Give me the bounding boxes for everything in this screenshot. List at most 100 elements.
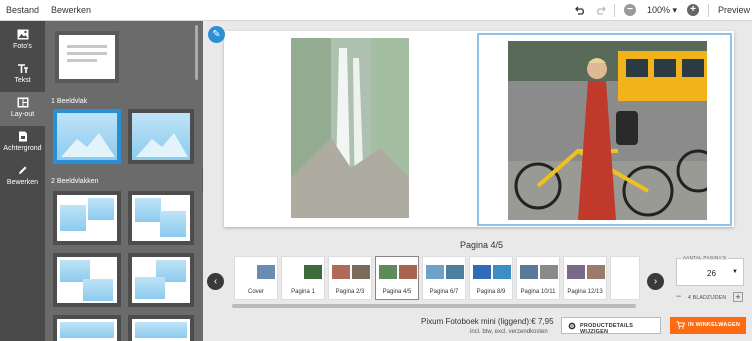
layout-preview	[132, 195, 190, 241]
thumb-image	[426, 265, 444, 279]
thumb-page-2-3[interactable]: Pagina 2/3	[328, 256, 372, 300]
chevron-right-icon: ›	[653, 276, 658, 287]
thumb-page-6-7[interactable]: Pagina 6/7	[422, 256, 466, 300]
thumb-image	[520, 265, 538, 279]
thumb-image	[587, 265, 605, 279]
nav-label: Tekst	[14, 77, 31, 84]
nav-label: Lay-out	[10, 111, 35, 118]
layout-2-diagonal-b[interactable]	[128, 191, 194, 245]
thumb-label: Pagina 6/7	[429, 289, 459, 295]
toolbar-divider	[708, 4, 709, 17]
thumb-label: Pagina 4/5	[382, 289, 412, 295]
waterfall-photo[interactable]	[291, 38, 409, 218]
strip-scrollbar[interactable]	[232, 304, 636, 308]
thumb-image	[567, 265, 585, 279]
thumb-page-1[interactable]: Pagina 1	[281, 256, 325, 300]
page-count-caption: AANTAL PAGINA'S	[681, 255, 729, 260]
nav-edit[interactable]: Bewerken	[0, 160, 45, 194]
product-name: Pixum Fotoboek mini (liggend):	[421, 317, 532, 326]
thumb-label: Pagina 2/3	[335, 289, 365, 295]
page-step-label: 4 BLADZIJDEN	[688, 295, 727, 301]
section-label: 2 Beeldvlakken	[51, 178, 99, 185]
thumb-page-10-11[interactable]: Pagina 10/11	[516, 256, 560, 300]
nav-background[interactable]: Achtergrond	[0, 126, 45, 160]
zoom-in-icon[interactable]: +	[687, 4, 699, 16]
thumb-image	[446, 265, 464, 279]
zoom-out-icon[interactable]: −	[624, 4, 636, 16]
add-pages-button[interactable]: +	[733, 292, 743, 302]
menu-file[interactable]: Bestand	[6, 5, 39, 15]
thumb-image	[399, 265, 417, 279]
menu-edit[interactable]: Bewerken	[51, 5, 91, 15]
nav-text[interactable]: Tekst	[0, 58, 45, 92]
thumb-image	[540, 265, 558, 279]
layout-1-framed[interactable]	[128, 109, 194, 164]
thumb-label: Pagina 12/13	[567, 289, 603, 295]
layout-panel: 1 Beeldvlak 2 Beeldvlakken	[45, 21, 203, 341]
page-count-select[interactable]: AANTAL PAGINA'S 26 ▼	[676, 255, 744, 286]
nav-label: Bewerken	[6, 179, 39, 186]
undo-icon[interactable]	[573, 3, 587, 17]
product-price: € 7,95	[531, 317, 554, 326]
nav-layout[interactable]: Lay-out	[0, 92, 45, 126]
thumb-page-4-5[interactable]: Pagina 4/5	[375, 256, 419, 300]
thumb-image	[332, 265, 350, 279]
page-right-selected[interactable]	[477, 33, 732, 226]
layout-preview	[132, 319, 190, 341]
strip-next-button[interactable]: ›	[647, 273, 664, 290]
nav-photos[interactable]: Foto's	[0, 24, 45, 58]
image-icon	[17, 29, 28, 40]
wand-icon: ✎	[212, 29, 221, 40]
top-toolbar: Bestand Bewerken − 100% ▾ + Preview	[0, 0, 752, 21]
product-details-button[interactable]: PRODUCTDETAILS WIJZIGEN	[561, 317, 661, 335]
magic-wand-button[interactable]: ✎	[208, 26, 225, 43]
layout-preview	[132, 257, 190, 303]
thumb-label: Cover	[247, 289, 264, 295]
price-note: incl. btw, excl. verzendkosten	[470, 329, 548, 335]
text-icon	[17, 64, 28, 73]
remove-pages-button[interactable]: −	[676, 291, 681, 301]
page-count-value: 26	[707, 269, 716, 278]
thumb-image	[379, 265, 397, 279]
thumb-page-12-13[interactable]: Pagina 12/13	[563, 256, 607, 300]
layout-2-row-a[interactable]	[53, 315, 121, 341]
bicycle-photo[interactable]	[508, 41, 707, 220]
add-to-cart-button[interactable]: IN WINKELWAGEN	[670, 317, 746, 334]
thumb-image	[493, 265, 511, 279]
pencil-icon	[18, 166, 26, 174]
thumb-cover[interactable]: Cover	[234, 256, 278, 300]
cart-icon	[676, 321, 685, 329]
layout-2-stacked-b[interactable]	[128, 253, 194, 307]
section-label: 1 Beeldvlak	[51, 98, 88, 105]
thumb-image	[473, 265, 491, 279]
chevron-left-icon: ‹	[213, 276, 218, 287]
layout-2-row-b[interactable]	[128, 315, 194, 341]
thumb-image	[304, 265, 322, 279]
layout-icon	[17, 97, 28, 108]
redo-icon[interactable]	[593, 3, 607, 17]
preview-button[interactable]: Preview	[718, 5, 750, 15]
thumb-image	[352, 265, 370, 279]
layout-2-diagonal-a[interactable]	[53, 191, 121, 245]
layout-text-tile[interactable]	[55, 31, 119, 83]
nav-label: Achtergrond	[3, 145, 42, 152]
zoom-level[interactable]: 100% ▾	[647, 5, 677, 16]
left-nav: Foto's Tekst Lay-out Achtergrond Bewerke…	[0, 21, 45, 341]
panel-scrollbar[interactable]	[195, 25, 198, 80]
layout-preview	[57, 257, 117, 303]
thumb-label: Pagina 1	[291, 289, 315, 295]
thumb-next-partial[interactable]	[610, 256, 640, 300]
strip-prev-button[interactable]: ‹	[207, 273, 224, 290]
layout-preview	[57, 319, 117, 341]
layout-1-full-bleed[interactable]	[53, 109, 121, 164]
nav-label: Foto's	[13, 43, 32, 50]
layout-preview	[57, 195, 117, 241]
thumb-label: Pagina 8/9	[476, 289, 506, 295]
thumb-image	[257, 265, 275, 279]
thumb-label: Pagina 10/11	[520, 289, 556, 295]
layout-2-stacked-a[interactable]	[53, 253, 121, 307]
caret-down-icon: ▼	[732, 269, 738, 275]
gear-icon	[568, 322, 576, 330]
thumb-page-8-9[interactable]: Pagina 8/9	[469, 256, 513, 300]
layout-preview	[57, 113, 117, 160]
